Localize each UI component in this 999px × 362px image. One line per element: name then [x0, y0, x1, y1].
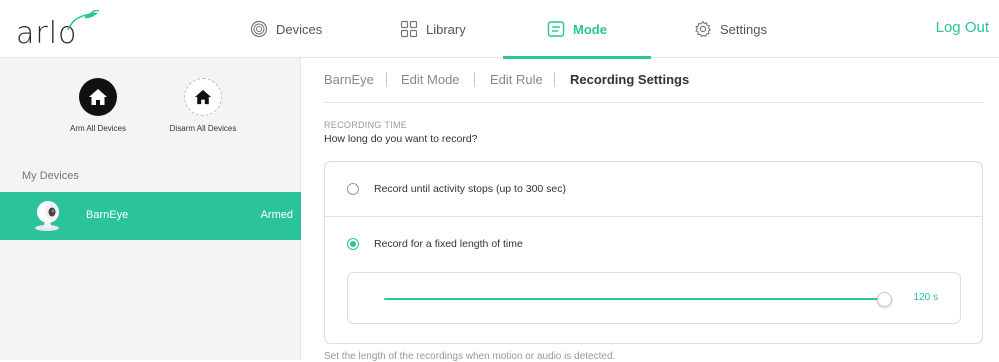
disarm-all-label: Disarm All Devices [169, 124, 237, 133]
arm-all-button[interactable]: Arm All Devices [38, 78, 158, 133]
option-fixed-length[interactable]: Record for a fixed length of time [347, 238, 523, 250]
device-status: Armed [260, 209, 293, 221]
nav-devices[interactable]: Devices [250, 0, 322, 58]
duration-value: 120 s [913, 292, 938, 303]
recording-footnote: Set the length of the recordings when mo… [324, 351, 616, 362]
arlo-logo[interactable]: arlo [16, 10, 100, 51]
breadcrumb-barneye[interactable]: BarnEye [324, 72, 374, 87]
option-label: Record until activity stops (up to 300 s… [374, 183, 567, 195]
breadcrumb-separator [474, 72, 475, 87]
camera-icon [35, 201, 59, 231]
breadcrumb-edit-rule[interactable]: Edit Rule [490, 72, 543, 87]
disarm-all-circle [184, 78, 222, 116]
duration-slider-box: 120 s [347, 272, 961, 324]
my-devices-heading: My Devices [22, 170, 79, 182]
devices-icon [250, 20, 268, 38]
recording-options-card: Record until activity stops (up to 300 s… [324, 161, 983, 344]
duration-slider-thumb[interactable] [877, 292, 892, 307]
breadcrumb: BarnEye Edit Mode Edit Rule Recording Se… [324, 72, 984, 103]
nav-settings[interactable]: Settings [694, 0, 767, 58]
nav-library[interactable]: Library [400, 0, 466, 58]
disarm-all-button[interactable]: Disarm All Devices [143, 78, 263, 133]
home-icon [195, 89, 211, 105]
option-label: Record for a fixed length of time [374, 238, 523, 250]
recording-time-heading: RECORDING TIME [324, 120, 408, 130]
divider [325, 216, 982, 217]
nav-settings-label: Settings [720, 21, 767, 37]
nav-library-label: Library [426, 21, 466, 37]
recording-question: How long do you want to record? [324, 133, 478, 145]
breadcrumb-separator [554, 72, 555, 87]
option-until-activity-stops[interactable]: Record until activity stops (up to 300 s… [347, 183, 566, 195]
sidebar: Arm All Devices Disarm All Devices My De… [0, 58, 301, 360]
breadcrumb-recording-settings: Recording Settings [570, 72, 690, 87]
mode-icon [547, 21, 565, 37]
radio-button[interactable] [347, 183, 359, 195]
arm-all-label: Arm All Devices [69, 124, 126, 133]
nav-mode-label: Mode [573, 21, 607, 37]
leaf-icon [67, 10, 100, 31]
breadcrumb-edit-mode[interactable]: Edit Mode [401, 72, 460, 87]
device-row-barneye[interactable]: BarnEye Armed [0, 192, 301, 240]
duration-slider-track[interactable] [384, 292, 892, 307]
device-name: BarnEye [86, 209, 129, 221]
arm-all-circle [79, 78, 117, 116]
nav-devices-label: Devices [276, 21, 323, 37]
top-nav-bar: arlo Devices Library Mode Settings Log O… [0, 0, 999, 59]
radio-button-checked[interactable] [347, 238, 359, 250]
breadcrumb-separator [386, 72, 387, 87]
home-icon [89, 89, 107, 105]
library-grid-icon [400, 20, 418, 38]
logout-link[interactable]: Log Out [936, 19, 989, 36]
nav-mode[interactable]: Mode [503, 0, 651, 59]
gear-icon [695, 20, 711, 38]
